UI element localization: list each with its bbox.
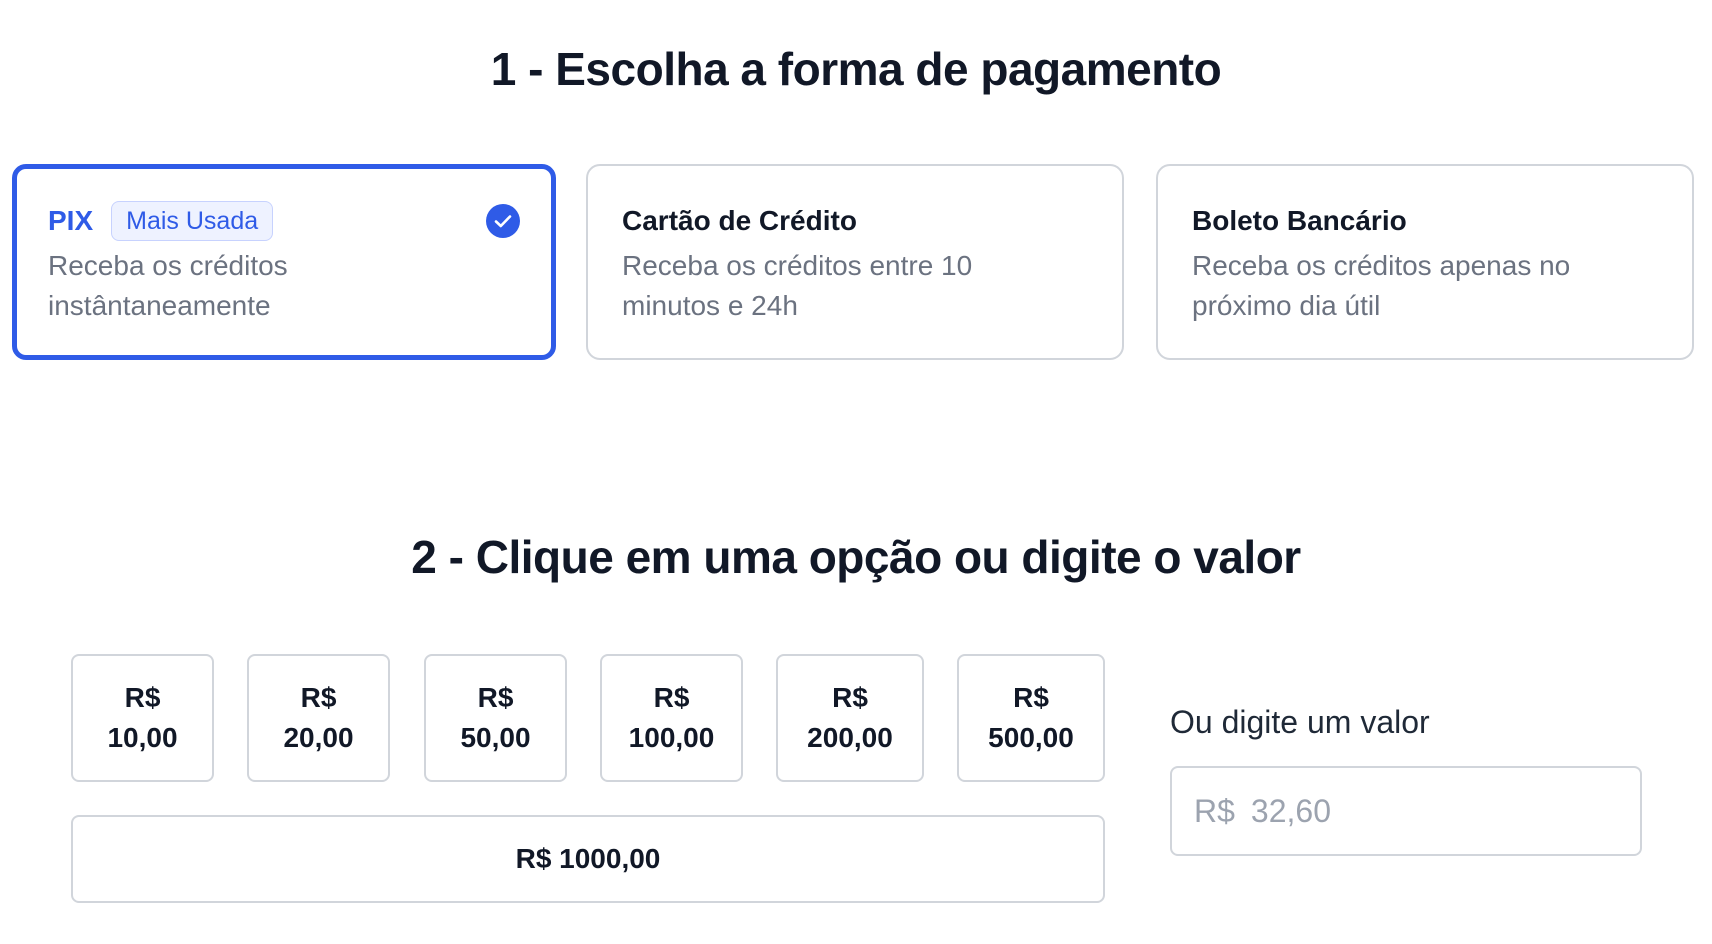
payment-option-name: Boleto Bancário	[1192, 205, 1407, 236]
payment-option-boleto[interactable]: Boleto Bancário Receba os créditos apena…	[1156, 164, 1694, 360]
custom-value-label: Ou digite um valor	[1170, 704, 1430, 740]
value-option-text: R$ 500,00	[988, 682, 1074, 753]
value-option-500[interactable]: R$ 500,00	[957, 654, 1105, 782]
value-option-10[interactable]: R$ 10,00	[71, 654, 214, 782]
custom-value-field[interactable]: R$	[1170, 766, 1642, 856]
value-option-100[interactable]: R$ 100,00	[600, 654, 743, 782]
payment-option-description: Receba os créditos entre 10 minutos e 24…	[622, 250, 973, 321]
step1-title: 1 - Escolha a forma de pagamento	[490, 43, 1222, 95]
value-option-1000[interactable]: R$ 1000,00	[71, 815, 1105, 903]
check-circle-icon	[486, 204, 520, 238]
value-option-20[interactable]: R$ 20,00	[247, 654, 390, 782]
currency-prefix: R$	[1194, 792, 1235, 829]
value-option-50[interactable]: R$ 50,00	[424, 654, 567, 782]
payment-option-description: Receba os créditos apenas no próximo dia…	[1192, 250, 1571, 321]
value-option-text: R$ 1000,00	[515, 843, 661, 874]
value-option-text: R$ 20,00	[283, 682, 354, 753]
card-header: Boleto Bancário	[1192, 200, 1658, 242]
payment-option-credit-card[interactable]: Cartão de Crédito Receba os créditos ent…	[586, 164, 1124, 360]
payment-option-description: Receba os créditos instântaneamente	[48, 250, 288, 321]
value-option-text: R$ 100,00	[628, 682, 715, 753]
payment-option-name: PIX	[48, 205, 94, 236]
payment-option-name: Cartão de Crédito	[622, 205, 857, 236]
value-option-text: R$ 200,00	[807, 682, 893, 753]
page: 1 - Escolha a forma de pagamento PIX Mai…	[0, 0, 1712, 944]
custom-value-input[interactable]	[1250, 792, 1611, 830]
payment-option-pix[interactable]: PIX Mais Usada Receba os créditos instân…	[12, 164, 556, 360]
card-header: Cartão de Crédito	[622, 200, 1088, 242]
step2-title: 2 - Clique em uma opção ou digite o valo…	[411, 531, 1301, 583]
most-used-badge: Mais Usada	[111, 201, 274, 241]
card-header: PIX Mais Usada	[48, 200, 520, 242]
value-option-200[interactable]: R$ 200,00	[776, 654, 924, 782]
value-option-text: R$ 50,00	[460, 682, 531, 753]
value-option-text: R$ 10,00	[107, 682, 178, 753]
